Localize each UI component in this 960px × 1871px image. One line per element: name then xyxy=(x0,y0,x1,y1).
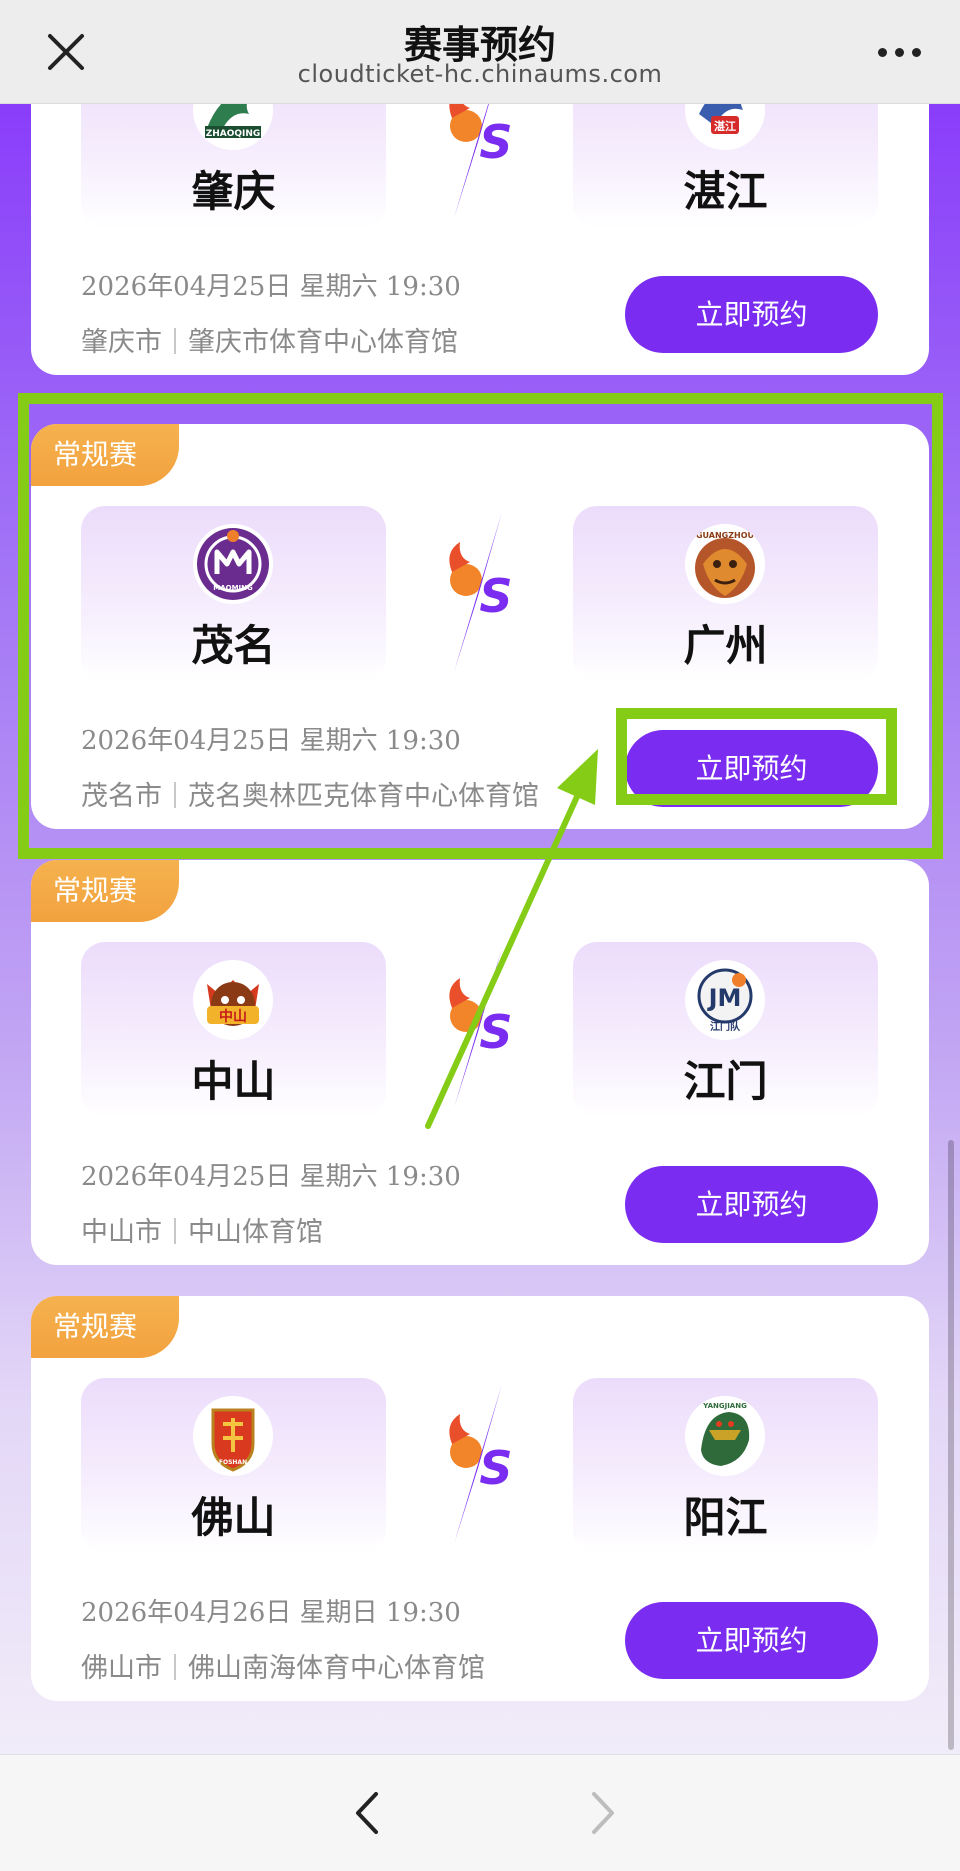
svg-text:FOSHAN: FOSHAN xyxy=(219,1459,247,1466)
regular-season-badge: 常规赛 xyxy=(31,1296,179,1358)
book-button[interactable]: 立即预约 xyxy=(625,1602,878,1679)
svg-text:湛江: 湛江 xyxy=(714,119,736,133)
regular-season-badge: 常规赛 xyxy=(31,424,179,486)
home-team: FOSHAN 佛山 xyxy=(81,1378,386,1554)
book-button[interactable]: 立即预约 xyxy=(625,730,878,807)
match-date: 2026年04月25日 星期六 19:30 xyxy=(81,726,461,756)
match-card: 常规赛 FOSHAN 佛山 S YANGJIANG 阳江 2026年04月26日… xyxy=(31,1296,929,1701)
book-button[interactable]: 立即预约 xyxy=(625,1166,878,1243)
away-team-name: 湛江 xyxy=(683,167,768,216)
match-card: 常规赛 MAOMING 茂名 S GUANGZHOU 广州 2026年04月25… xyxy=(31,424,929,829)
vs-icon: S xyxy=(449,1384,513,1544)
top-bar: 赛事预约 cloudticket-hc.chinaums.com xyxy=(0,0,960,104)
match-date: 2026年04月26日 星期日 19:30 xyxy=(81,1598,461,1628)
team-logo: FOSHAN xyxy=(193,1396,273,1476)
match-venue: 中山市 中山体育馆 xyxy=(81,1217,323,1248)
back-button[interactable] xyxy=(338,1783,398,1843)
book-button[interactable]: 立即预约 xyxy=(625,276,878,353)
svg-text:MAOMING: MAOMING xyxy=(213,584,253,592)
svg-text:GUANGZHOU: GUANGZHOU xyxy=(696,531,754,540)
match-date: 2026年04月25日 星期六 19:30 xyxy=(81,272,461,302)
away-team-name: 阳江 xyxy=(683,1493,768,1542)
home-team: MAOMING 茂名 xyxy=(81,506,386,682)
away-team-name: 江门 xyxy=(683,1057,768,1106)
match-venue: 佛山市 佛山南海体育中心体育馆 xyxy=(81,1653,485,1684)
scrollbar[interactable] xyxy=(948,1140,954,1750)
svg-text:YANGJIANG: YANGJIANG xyxy=(702,1402,747,1410)
regular-season-badge: 常规赛 xyxy=(31,860,179,922)
forward-button[interactable] xyxy=(572,1783,632,1843)
svg-text:JM: JM xyxy=(707,984,742,1012)
chevron-left-icon xyxy=(356,1792,378,1834)
svg-text:S: S xyxy=(479,115,512,169)
away-team: 湛江 湛江 xyxy=(573,104,878,228)
match-venue: 肇庆市 肇庆市体育中心体育馆 xyxy=(81,327,458,358)
team-logo: ZHAOQING xyxy=(193,104,273,150)
vs-icon: S xyxy=(449,512,513,672)
vs-icon: S xyxy=(449,104,513,218)
match-venue: 茂名市 茂名奥林匹克体育中心体育馆 xyxy=(81,781,539,812)
page-url: cloudticket-hc.chinaums.com xyxy=(297,60,663,88)
home-team: ZHAOQING 肇庆 xyxy=(81,104,386,228)
svg-text:S: S xyxy=(479,569,512,623)
svg-text:S: S xyxy=(479,1441,512,1495)
bottom-bar xyxy=(0,1754,960,1871)
svg-text:江门队: 江门队 xyxy=(710,1020,741,1033)
team-logo: 中山 xyxy=(193,960,273,1040)
away-team-name: 广州 xyxy=(683,621,768,670)
away-team: YANGJIANG 阳江 xyxy=(573,1378,878,1554)
home-team-name: 茂名 xyxy=(191,621,276,670)
team-logo: MAOMING xyxy=(193,524,273,604)
vs-icon: S xyxy=(449,948,513,1108)
more-icon xyxy=(877,47,887,57)
svg-text:S: S xyxy=(479,1005,512,1059)
more-button[interactable] xyxy=(864,26,934,78)
match-card: 常规赛 中山 中山 S JM 江门队 江门 2026年04月25日 星期六 19… xyxy=(31,860,929,1265)
svg-text:ZHAOQING: ZHAOQING xyxy=(206,129,261,139)
chevron-right-icon xyxy=(592,1792,614,1834)
home-team-name: 佛山 xyxy=(191,1493,276,1542)
home-team-name: 肇庆 xyxy=(191,167,276,216)
away-team: GUANGZHOU 广州 xyxy=(573,506,878,682)
team-logo: GUANGZHOU xyxy=(685,524,765,604)
team-logo: JM 江门队 xyxy=(685,960,765,1040)
home-team: 中山 中山 xyxy=(81,942,386,1118)
home-team-name: 中山 xyxy=(191,1057,276,1106)
away-team: JM 江门队 江门 xyxy=(573,942,878,1118)
team-logo: 湛江 xyxy=(685,104,765,150)
match-list[interactable]: ZHAOQING 肇庆 S 湛江 湛江 2026年04月25日 星期六 19:3… xyxy=(0,104,960,1754)
team-logo: YANGJIANG xyxy=(685,1396,765,1476)
match-date: 2026年04月25日 星期六 19:30 xyxy=(81,1162,461,1192)
svg-text:中山: 中山 xyxy=(219,1008,247,1025)
match-card: ZHAOQING 肇庆 S 湛江 湛江 2026年04月25日 星期六 19:3… xyxy=(31,104,929,375)
